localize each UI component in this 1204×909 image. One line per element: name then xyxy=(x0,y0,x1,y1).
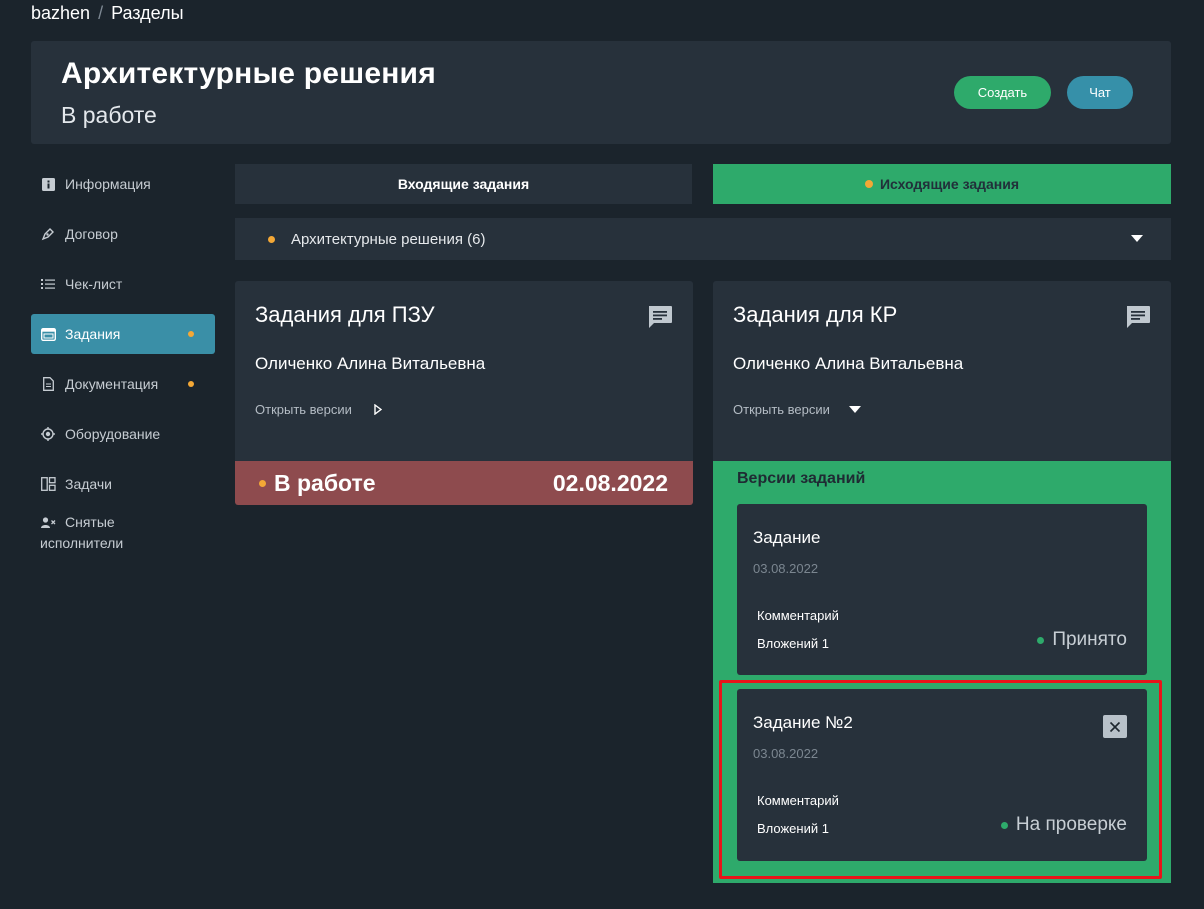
status-text: В работе xyxy=(274,470,376,496)
versions-title: Версии заданий xyxy=(737,470,866,487)
notification-dot xyxy=(268,235,275,243)
sidebar-item-label: Задания xyxy=(65,326,121,342)
task-card-kr: Задания для КР Оличенко Алина Витальевна… xyxy=(713,281,1171,461)
chevron-down-icon[interactable] xyxy=(1131,235,1143,242)
chat-button[interactable]: Чат xyxy=(1067,76,1133,109)
status-dot xyxy=(259,480,266,487)
info-icon xyxy=(40,176,56,192)
sidebar-item-label: Оборудование xyxy=(65,426,161,442)
chevron-down-icon xyxy=(848,406,861,413)
user-remove-icon xyxy=(40,515,56,531)
version-comment: Комментарий xyxy=(757,608,839,623)
sidebar-item-equipment[interactable]: Оборудование xyxy=(31,414,215,454)
sidebar-item-tasks[interactable]: Задания xyxy=(31,314,215,354)
sidebar-item-label: Задачи xyxy=(65,476,113,492)
version-name: Задание xyxy=(753,528,821,547)
sidebar-item-checklist[interactable]: Чек-лист xyxy=(31,264,215,304)
breadcrumb-separator: / xyxy=(98,2,104,23)
notification-dot xyxy=(188,331,194,337)
sidebar-item-label: Договор xyxy=(65,226,118,242)
version-card[interactable]: Задание 03.08.2022 Комментарий Вложений … xyxy=(737,504,1147,675)
sidebar-item-contract[interactable]: Договор xyxy=(31,214,215,254)
window-icon xyxy=(40,326,56,342)
document-icon xyxy=(40,376,56,392)
comment-icon[interactable] xyxy=(647,305,673,329)
sidebar-item-label: Информация xyxy=(65,176,151,192)
open-versions-label: Открыть версии xyxy=(733,402,830,417)
open-versions-link[interactable]: Открыть версии xyxy=(255,402,382,417)
tab-incoming[interactable]: Входящие задания xyxy=(235,164,692,204)
sidebar-item-label: Документация xyxy=(65,376,159,392)
pen-icon xyxy=(40,226,56,242)
tab-incoming-label: Входящие задания xyxy=(397,176,530,192)
chip-icon xyxy=(40,426,56,442)
create-button[interactable]: Создать xyxy=(954,76,1051,109)
tab-outgoing[interactable]: Исходящие задания xyxy=(713,164,1171,204)
notification-dot xyxy=(864,180,873,188)
section-select-value: Архитектурные решения (6) xyxy=(291,230,486,248)
play-outline-icon xyxy=(374,404,382,415)
sidebar-item-label: Чек-лист xyxy=(65,276,123,292)
highlight-box xyxy=(719,680,1162,879)
task-card-pzu: Задания для ПЗУ Оличенко Алина Витальевн… xyxy=(235,281,693,461)
card-title: Задания для КР xyxy=(733,302,898,327)
sidebar-item-todo[interactable]: Задачи xyxy=(31,464,215,504)
open-versions-label: Открыть версии xyxy=(255,402,352,417)
sidebar-item-label: Снятые xyxy=(65,514,115,530)
sidebar-item-documentation[interactable]: Документация xyxy=(31,364,215,404)
checklist-icon xyxy=(40,276,56,292)
breadcrumb-root[interactable]: bazhen xyxy=(31,3,90,24)
status-dot xyxy=(1037,636,1045,644)
page-title: Архитектурные решения xyxy=(61,57,436,90)
comment-icon[interactable] xyxy=(1125,305,1151,329)
version-status: Принято xyxy=(1037,629,1127,651)
sidebar-item-removed-executors[interactable]: Снятые исполнители xyxy=(31,512,215,556)
breadcrumb-current[interactable]: Разделы xyxy=(111,3,183,24)
status-bar: В работе 02.08.2022 xyxy=(235,461,693,505)
tab-outgoing-label: Исходящие задания xyxy=(879,176,1020,192)
header-card: Архитектурные решения В работе Создать Ч… xyxy=(31,41,1171,144)
breadcrumb: bazhen / Разделы xyxy=(31,2,184,24)
sidebar-item-label-line2: исполнители xyxy=(40,535,124,551)
card-assignee: Оличенко Алина Витальевна xyxy=(255,354,486,373)
section-select[interactable]: Архитектурные решения (6) xyxy=(235,218,1171,260)
page-status: В работе xyxy=(61,102,157,128)
board-icon xyxy=(40,476,56,492)
version-date: 03.08.2022 xyxy=(753,561,819,576)
card-title: Задания для ПЗУ xyxy=(255,302,435,327)
sidebar-item-info[interactable]: Информация xyxy=(31,164,215,204)
version-attachments: Вложений 1 xyxy=(757,636,829,651)
version-status-label: Принято xyxy=(1052,629,1127,650)
status-date: 02.08.2022 xyxy=(552,470,668,496)
open-versions-link[interactable]: Открыть версии xyxy=(733,402,861,417)
card-assignee: Оличенко Алина Витальевна xyxy=(733,354,964,373)
notification-dot xyxy=(188,381,194,387)
